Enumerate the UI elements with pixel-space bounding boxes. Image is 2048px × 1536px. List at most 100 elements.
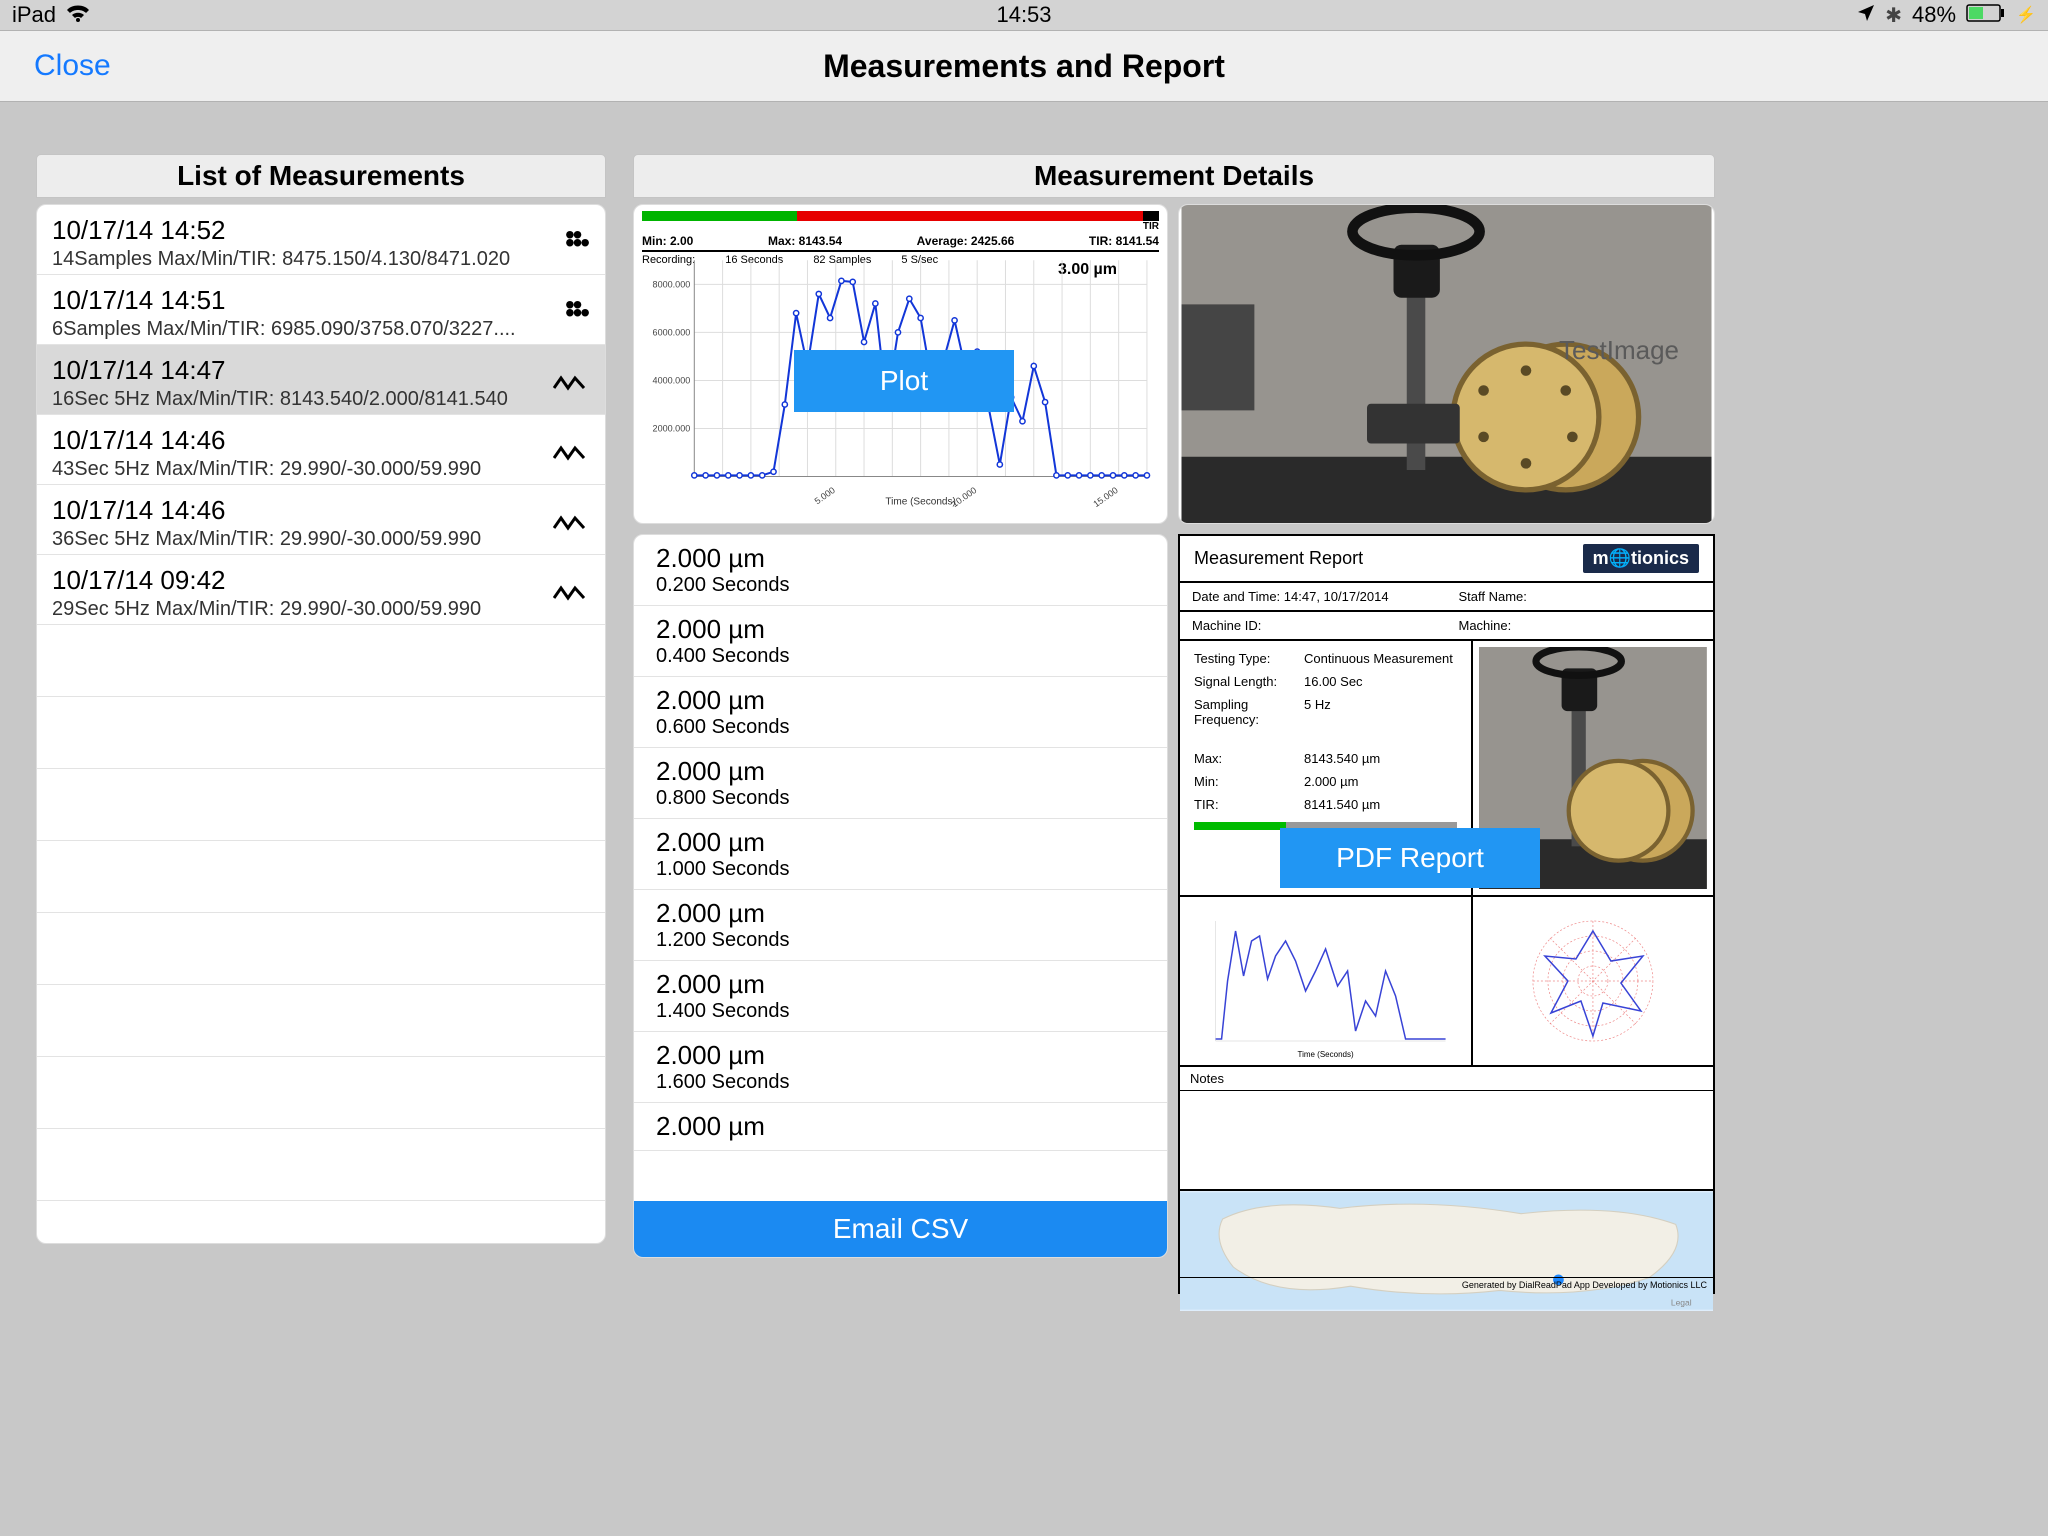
- svg-text:Time (Seconds): Time (Seconds): [1297, 1050, 1354, 1059]
- test-image-card[interactable]: TestImage: [1178, 204, 1715, 524]
- pdf-map: Legal: [1180, 1191, 1713, 1311]
- measurement-type-icon: [553, 577, 585, 609]
- tir-marker-label: TIR: [642, 221, 1159, 232]
- data-row[interactable]: 2.000 µm1.200 Seconds: [634, 890, 1167, 961]
- list-item-empty: [37, 625, 605, 697]
- bluetooth-icon: ✱: [1885, 3, 1902, 28]
- pdf-report-card[interactable]: Measurement Report m🌐tionics Date and Ti…: [1178, 534, 1715, 1294]
- pdf-notes-label: Notes: [1180, 1067, 1713, 1091]
- data-value: 2.000 µm: [656, 969, 1145, 1000]
- pdf-machineid-label: Machine ID:: [1192, 618, 1261, 633]
- list-item[interactable]: 10/17/14 14:4716Sec 5Hz Max/Min/TIR: 814…: [37, 345, 605, 415]
- pdf-max-label: Max:: [1194, 751, 1304, 766]
- list-item-empty: [37, 769, 605, 841]
- svg-text:Legal: Legal: [1671, 1297, 1692, 1307]
- svg-text:Time (Seconds): Time (Seconds): [885, 497, 956, 507]
- pdf-len-value: 16.00 Sec: [1304, 674, 1363, 689]
- plot-stat-min: Min: 2.00: [642, 234, 693, 248]
- measurement-type-icon: [553, 507, 585, 539]
- plot-card[interactable]: TIR Min: 2.00 Max: 8143.54 Average: 2425…: [633, 204, 1168, 524]
- data-row[interactable]: 2.000 µm: [634, 1103, 1167, 1151]
- data-value: 2.000 µm: [656, 685, 1145, 716]
- page-title: Measurements and Report: [823, 48, 1225, 85]
- battery-icon: [1966, 2, 2006, 28]
- pdf-freq-value: 5 Hz: [1304, 697, 1331, 727]
- data-row[interactable]: 2.000 µm0.600 Seconds: [634, 677, 1167, 748]
- data-value: 2.000 µm: [656, 898, 1145, 929]
- pdf-title: Measurement Report: [1194, 548, 1363, 569]
- email-csv-button[interactable]: Email CSV: [634, 1201, 1167, 1257]
- list-item-title: 10/17/14 14:47: [52, 355, 590, 386]
- pdf-tir-value: 8141.540 µm: [1304, 797, 1380, 812]
- pdf-freq-label: Sampling Frequency:: [1194, 697, 1304, 727]
- nav-bar: Close Measurements and Report: [0, 30, 2048, 102]
- list-item-empty: [37, 841, 605, 913]
- pdf-polar-plot: [1473, 897, 1713, 1065]
- pdf-line-plot: Time (Seconds): [1180, 897, 1473, 1065]
- list-item-empty: [37, 913, 605, 985]
- list-item-title: 10/17/14 14:52: [52, 215, 590, 246]
- measurement-type-icon: [553, 367, 585, 399]
- measurements-list[interactable]: 10/17/14 14:5214Samples Max/Min/TIR: 847…: [36, 204, 606, 1244]
- list-item[interactable]: 10/17/14 14:4636Sec 5Hz Max/Min/TIR: 29.…: [37, 485, 605, 555]
- pdf-machine-label: Machine:: [1459, 618, 1512, 633]
- svg-text:2000.000: 2000.000: [653, 424, 691, 434]
- list-item-subtitle: 14Samples Max/Min/TIR: 8475.150/4.130/84…: [52, 248, 542, 271]
- status-bar: iPad 14:53 ✱ 48% ⚡: [0, 0, 2048, 30]
- list-item-title: 10/17/14 09:42: [52, 565, 590, 596]
- data-scroll-list[interactable]: 2.000 µm0.200 Seconds2.000 µm0.400 Secon…: [633, 534, 1168, 1258]
- data-timestamp: 0.200 Seconds: [656, 574, 1145, 597]
- list-item-subtitle: 43Sec 5Hz Max/Min/TIR: 29.990/-30.000/59…: [52, 458, 542, 481]
- data-timestamp: 0.600 Seconds: [656, 716, 1145, 739]
- data-timestamp: 1.400 Seconds: [656, 1000, 1145, 1023]
- data-row[interactable]: 2.000 µm1.000 Seconds: [634, 819, 1167, 890]
- pdf-overlay-button[interactable]: PDF Report: [1280, 828, 1540, 888]
- close-button[interactable]: Close: [34, 49, 111, 83]
- svg-text:4000.000: 4000.000: [653, 375, 691, 385]
- list-item-empty: [37, 1201, 605, 1244]
- data-row[interactable]: 2.000 µm1.600 Seconds: [634, 1032, 1167, 1103]
- list-item-empty: [37, 985, 605, 1057]
- data-value: 2.000 µm: [656, 1111, 1145, 1142]
- device-name: iPad: [12, 2, 56, 28]
- wifi-icon: [66, 2, 90, 28]
- pdf-min-value: 2.000 µm: [1304, 774, 1358, 789]
- data-row[interactable]: 2.000 µm0.800 Seconds: [634, 748, 1167, 819]
- data-row[interactable]: 2.000 µm0.200 Seconds: [634, 535, 1167, 606]
- data-timestamp: 1.200 Seconds: [656, 929, 1145, 952]
- svg-text:8000.000: 8000.000: [653, 279, 691, 289]
- pdf-type-label: Testing Type:: [1194, 651, 1304, 666]
- measurement-type-icon: [553, 437, 585, 469]
- pdf-dt-value: 14:47, 10/17/2014: [1284, 589, 1389, 604]
- list-item-title: 10/17/14 14:46: [52, 495, 590, 526]
- svg-text:5.000: 5.000: [813, 485, 837, 506]
- plot-stat-max: Max: 8143.54: [768, 234, 842, 248]
- list-item[interactable]: 10/17/14 14:516Samples Max/Min/TIR: 6985…: [37, 275, 605, 345]
- list-item[interactable]: 10/17/14 14:5214Samples Max/Min/TIR: 847…: [37, 205, 605, 275]
- list-item-subtitle: 29Sec 5Hz Max/Min/TIR: 29.990/-30.000/59…: [52, 598, 542, 621]
- plot-stat-tir: TIR: 8141.54: [1089, 234, 1159, 248]
- pdf-len-label: Signal Length:: [1194, 674, 1304, 689]
- data-row[interactable]: 2.000 µm1.400 Seconds: [634, 961, 1167, 1032]
- plot-overlay-button[interactable]: Plot: [794, 350, 1014, 412]
- test-image-label: TestImage: [1559, 335, 1679, 366]
- measurement-type-icon: • •• • •: [565, 227, 585, 259]
- list-item-title: 10/17/14 14:51: [52, 285, 590, 316]
- data-value: 2.000 µm: [656, 543, 1145, 574]
- svg-text:15.000: 15.000: [1091, 485, 1119, 507]
- data-value: 2.000 µm: [656, 756, 1145, 787]
- list-item-subtitle: 16Sec 5Hz Max/Min/TIR: 8143.540/2.000/81…: [52, 388, 542, 411]
- data-value: 2.000 µm: [656, 1040, 1145, 1071]
- data-timestamp: 0.400 Seconds: [656, 645, 1145, 668]
- svg-text:6000.000: 6000.000: [653, 327, 691, 337]
- list-item[interactable]: 10/17/14 09:4229Sec 5Hz Max/Min/TIR: 29.…: [37, 555, 605, 625]
- pdf-tir-label: TIR:: [1194, 797, 1304, 812]
- pdf-type-value: Continuous Measurement: [1304, 651, 1453, 666]
- list-item[interactable]: 10/17/14 14:4643Sec 5Hz Max/Min/TIR: 29.…: [37, 415, 605, 485]
- details-header: Measurement Details: [633, 154, 1715, 198]
- charging-icon: ⚡: [2016, 5, 2036, 25]
- data-row[interactable]: 2.000 µm0.400 Seconds: [634, 606, 1167, 677]
- pdf-staff-label: Staff Name:: [1459, 589, 1527, 604]
- location-icon: [1857, 2, 1875, 28]
- pdf-min-label: Min:: [1194, 774, 1304, 789]
